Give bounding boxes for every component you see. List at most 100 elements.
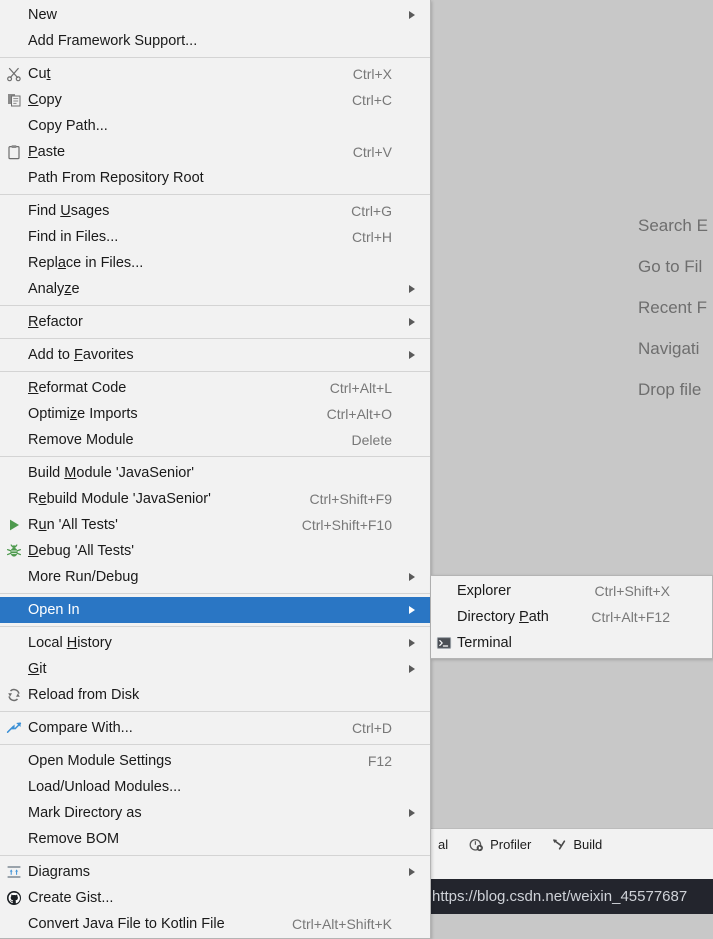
watermark-line: Drop file (430, 369, 713, 410)
menu-item-label: Git (28, 661, 402, 677)
tool-window-button-label: Profiler (490, 837, 531, 852)
terminal-icon (431, 630, 457, 656)
no-icon (0, 597, 28, 623)
menu-item-local-history[interactable]: Local History (0, 630, 430, 656)
menu-item-open-module-settings[interactable]: Open Module SettingsF12 (0, 748, 430, 774)
submenu-arrow-icon (402, 638, 430, 648)
menu-item-copy-path[interactable]: Copy Path... (0, 113, 430, 139)
menu-item-shortcut: Ctrl+G (351, 203, 402, 219)
no-icon (0, 113, 28, 139)
reload-icon (0, 682, 28, 708)
submenu-arrow-icon (402, 605, 430, 615)
menu-item-add-framework-support[interactable]: Add Framework Support... (0, 28, 430, 54)
menu-item-convert-java-file-to-kotlin-file[interactable]: Convert Java File to Kotlin File Ctrl+Alt… (0, 911, 430, 937)
no-icon (0, 224, 28, 250)
menu-item-label: Compare With... (28, 720, 336, 736)
menu-item-compare-with[interactable]: Compare With...Ctrl+D (0, 715, 430, 741)
csdn-watermark-bar: https://blog.csdn.net/weixin_45577687 (430, 879, 713, 914)
menu-item-cut[interactable]: CutCtrl+X (0, 61, 430, 87)
no-icon (0, 748, 28, 774)
no-icon (0, 198, 28, 224)
menu-separator (0, 338, 430, 339)
menu-item-more-run-debug[interactable]: More Run/Debug (0, 564, 430, 590)
no-icon (0, 28, 28, 54)
menu-item-add-to-favorites[interactable]: Add to Favorites (0, 342, 430, 368)
menu-item-path-from-repository-root[interactable]: Path From Repository Root (0, 165, 430, 191)
no-icon (0, 427, 28, 453)
menu-item-refactor[interactable]: Refactor (0, 309, 430, 335)
menu-separator (0, 57, 430, 58)
menu-item-label: More Run/Debug (28, 569, 402, 585)
menu-item-label: Local History (28, 635, 402, 651)
menu-item-shortcut: Ctrl+V (353, 144, 402, 160)
debug-bug-icon (0, 538, 28, 564)
menu-item-find-in-files[interactable]: Find in Files...Ctrl+H (0, 224, 430, 250)
menu-separator (0, 711, 430, 712)
menu-separator (0, 744, 430, 745)
menu-item-label: Explorer (457, 583, 579, 599)
menu-item-find-usages[interactable]: Find UsagesCtrl+G (0, 198, 430, 224)
menu-item-label: Add to Favorites (28, 347, 402, 363)
csdn-watermark-url: https://blog.csdn.net/weixin_45577687 (432, 888, 687, 905)
menu-item-reformat-code[interactable]: Reformat CodeCtrl+Alt+L (0, 375, 430, 401)
tool-window-button-label: al (438, 837, 448, 852)
open-in-submenu[interactable]: ExplorerCtrl+Shift+XDirectory PathCtrl+A… (431, 575, 713, 659)
no-icon (0, 630, 28, 656)
menu-item-label: Convert Java File to Kotlin File (28, 916, 276, 932)
menu-item-optimize-imports[interactable]: Optimize ImportsCtrl+Alt+O (0, 401, 430, 427)
menu-item-mark-directory-as[interactable]: Mark Directory as (0, 800, 430, 826)
no-icon (0, 486, 28, 512)
no-icon (0, 401, 28, 427)
editor-empty-watermark: Search EGo to FilRecent FNavigatiDrop fi… (430, 205, 713, 410)
no-icon (431, 604, 457, 630)
menu-item-git[interactable]: Git (0, 656, 430, 682)
menu-item-remove-bom[interactable]: Remove BOM (0, 826, 430, 852)
menu-separator (0, 305, 430, 306)
tool-window-button-al[interactable]: al (432, 829, 458, 860)
no-icon (0, 165, 28, 191)
menu-item-diagrams[interactable]: Diagrams (0, 859, 430, 885)
menu-item-load-unload-modules[interactable]: Load/Unload Modules... (0, 774, 430, 800)
menu-item-replace-in-files[interactable]: Replace in Files... (0, 250, 430, 276)
menu-item-label: Add Framework Support... (28, 33, 402, 49)
watermark-line: Go to Fil (430, 246, 713, 287)
no-icon (0, 826, 28, 852)
menu-item-label: Open Module Settings (28, 753, 352, 769)
watermark-line: Recent F (430, 287, 713, 328)
menu-item-reload-from-disk[interactable]: Reload from Disk (0, 682, 430, 708)
menu-item-build-module-javasenior[interactable]: Build Module 'JavaSenior' (0, 460, 430, 486)
menu-item-remove-module[interactable]: Remove ModuleDelete (0, 427, 430, 453)
menu-item-terminal[interactable]: Terminal (431, 630, 712, 656)
menu-item-shortcut: Ctrl+Alt+Shift+K (292, 916, 402, 932)
compare-icon (0, 715, 28, 741)
menu-separator (0, 626, 430, 627)
menu-item-rebuild-module-javasenior[interactable]: Rebuild Module 'JavaSenior'Ctrl+Shift+F9 (0, 486, 430, 512)
menu-item-label: Paste (28, 144, 337, 160)
menu-item-explorer[interactable]: ExplorerCtrl+Shift+X (431, 578, 712, 604)
menu-item-analyze[interactable]: Analyze (0, 276, 430, 302)
menu-item-shortcut: Delete (352, 432, 402, 448)
menu-item-copy[interactable]: CopyCtrl+C (0, 87, 430, 113)
no-icon (0, 276, 28, 302)
menu-item-run-all-tests[interactable]: Run 'All Tests'Ctrl+Shift+F10 (0, 512, 430, 538)
menu-item-new[interactable]: New (0, 2, 430, 28)
watermark-line: Search E (430, 205, 713, 246)
menu-item-create-gist[interactable]: Create Gist... (0, 885, 430, 911)
menu-item-debug-all-tests[interactable]: Debug 'All Tests' (0, 538, 430, 564)
run-play-icon (0, 512, 28, 538)
menu-item-label: Refactor (28, 314, 402, 330)
menu-item-label: Mark Directory as (28, 805, 402, 821)
menu-item-label: Open In (28, 602, 402, 618)
menu-item-directory-path[interactable]: Directory PathCtrl+Alt+F12 (431, 604, 712, 630)
menu-item-paste[interactable]: Paste Ctrl+V (0, 139, 430, 165)
tool-window-button-profiler[interactable]: Profiler (458, 829, 541, 860)
menu-item-label: Reload from Disk (28, 687, 402, 703)
build-hammer-icon (551, 837, 567, 853)
menu-item-label: Remove BOM (28, 831, 402, 847)
submenu-arrow-icon (402, 10, 430, 20)
menu-item-open-in[interactable]: Open In (0, 597, 430, 623)
menu-item-label: Cut (28, 66, 337, 82)
menu-item-label: Replace in Files... (28, 255, 402, 271)
project-context-menu[interactable]: NewAdd Framework Support...CutCtrl+XCopy… (0, 0, 431, 939)
tool-window-button-build[interactable]: Build (541, 829, 612, 860)
